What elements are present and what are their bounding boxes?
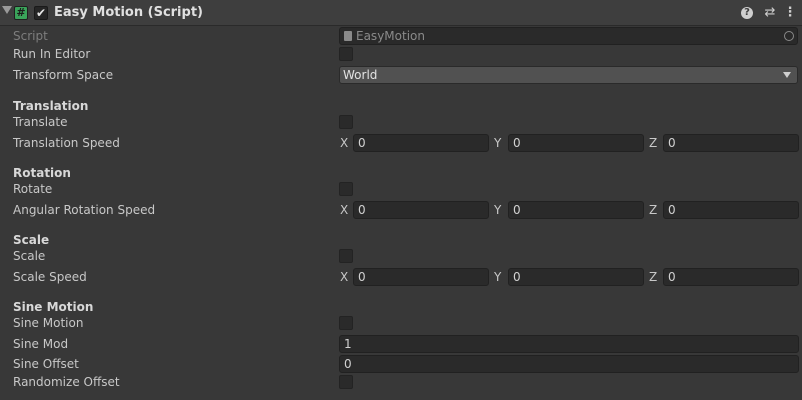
rotate-row: Rotate — [0, 179, 802, 199]
scale-header: Scale — [13, 233, 50, 247]
transform-space-row: Transform Space World — [0, 65, 802, 85]
axis-z-label[interactable]: Z — [649, 270, 657, 284]
scale-speed-y-field[interactable]: 0 — [508, 268, 644, 286]
object-picker-icon[interactable] — [784, 31, 794, 41]
presets-icon[interactable]: ⇄ — [762, 5, 778, 21]
scale-speed-label: Scale Speed — [13, 270, 87, 284]
scale-label: Scale — [13, 249, 46, 263]
rotate-checkbox[interactable] — [339, 182, 353, 196]
axis-z-label[interactable]: Z — [649, 136, 657, 150]
run-in-editor-label: Run In Editor — [13, 47, 91, 61]
sine-motion-checkbox[interactable] — [339, 316, 353, 330]
scale-speed-z-field[interactable]: 0 — [663, 268, 799, 286]
rotation-speed-z-field[interactable]: 0 — [663, 201, 799, 219]
script-value: EasyMotion — [356, 29, 425, 43]
axis-y-label[interactable]: Y — [494, 203, 501, 217]
translate-row: Translate — [0, 112, 802, 132]
rotate-label: Rotate — [13, 182, 53, 196]
sine-offset-row: Sine Offset 0 — [0, 354, 802, 374]
sine-offset-field[interactable]: 0 — [339, 355, 799, 373]
translate-checkbox[interactable] — [339, 115, 353, 129]
randomize-offset-label: Randomize Offset — [13, 375, 120, 389]
sine-offset-label[interactable]: Sine Offset — [13, 357, 79, 371]
sine-motion-row: Sine Motion — [0, 313, 802, 333]
scale-checkbox[interactable] — [339, 249, 353, 263]
axis-y-label[interactable]: Y — [494, 270, 501, 284]
transform-space-value: World — [343, 68, 378, 82]
chevron-down-icon — [783, 72, 791, 78]
help-icon[interactable]: ? — [741, 7, 753, 19]
run-in-editor-row: Run In Editor — [0, 44, 802, 64]
randomize-offset-checkbox[interactable] — [339, 375, 353, 389]
sine-motion-header: Sine Motion — [13, 300, 94, 314]
transform-space-dropdown[interactable]: World — [339, 66, 798, 84]
component-enabled-checkbox[interactable]: ✔ — [34, 6, 48, 20]
translation-speed-y-field[interactable]: 0 — [508, 134, 644, 152]
axis-y-label[interactable]: Y — [494, 136, 501, 150]
rotation-header: Rotation — [13, 166, 71, 180]
scale-speed-x-field[interactable]: 0 — [353, 268, 489, 286]
sine-mod-label[interactable]: Sine Mod — [13, 337, 68, 351]
context-menu-icon[interactable]: ⋮ — [782, 5, 798, 21]
script-field[interactable]: EasyMotion — [339, 27, 798, 45]
translation-speed-label: Translation Speed — [13, 136, 120, 150]
angular-rotation-speed-label: Angular Rotation Speed — [13, 203, 156, 217]
translation-speed-row: Translation Speed X 0 Y 0 Z 0 — [0, 133, 802, 153]
sine-mod-field[interactable]: 1 — [339, 335, 799, 353]
rotation-speed-x-field[interactable]: 0 — [353, 201, 489, 219]
sine-motion-label: Sine Motion — [13, 316, 84, 330]
scale-toggle-row: Scale — [0, 246, 802, 266]
axis-x-label[interactable]: X — [340, 136, 348, 150]
angular-rotation-speed-row: Angular Rotation Speed X 0 Y 0 Z 0 — [0, 200, 802, 220]
axis-x-label[interactable]: X — [340, 203, 348, 217]
sine-mod-row: Sine Mod 1 — [0, 334, 802, 354]
translate-label: Translate — [13, 115, 68, 129]
randomize-offset-row: Randomize Offset — [0, 372, 802, 392]
rotation-speed-y-field[interactable]: 0 — [508, 201, 644, 219]
component-title: Easy Motion (Script) — [54, 5, 203, 20]
foldout-arrow-icon[interactable] — [2, 6, 12, 14]
run-in-editor-checkbox[interactable] — [339, 47, 353, 61]
script-label: Script — [13, 29, 48, 43]
translation-header: Translation — [13, 99, 89, 113]
axis-x-label[interactable]: X — [340, 270, 348, 284]
translation-speed-x-field[interactable]: 0 — [353, 134, 489, 152]
scale-speed-row: Scale Speed X 0 Y 0 Z 0 — [0, 267, 802, 287]
script-icon: # — [14, 6, 28, 20]
script-file-icon — [344, 31, 352, 41]
axis-z-label[interactable]: Z — [649, 203, 657, 217]
transform-space-label: Transform Space — [13, 68, 114, 82]
translation-speed-z-field[interactable]: 0 — [663, 134, 799, 152]
component-header[interactable]: # ✔ Easy Motion (Script) ? ⇄ ⋮ — [0, 0, 802, 26]
script-row: Script EasyMotion — [0, 26, 802, 46]
